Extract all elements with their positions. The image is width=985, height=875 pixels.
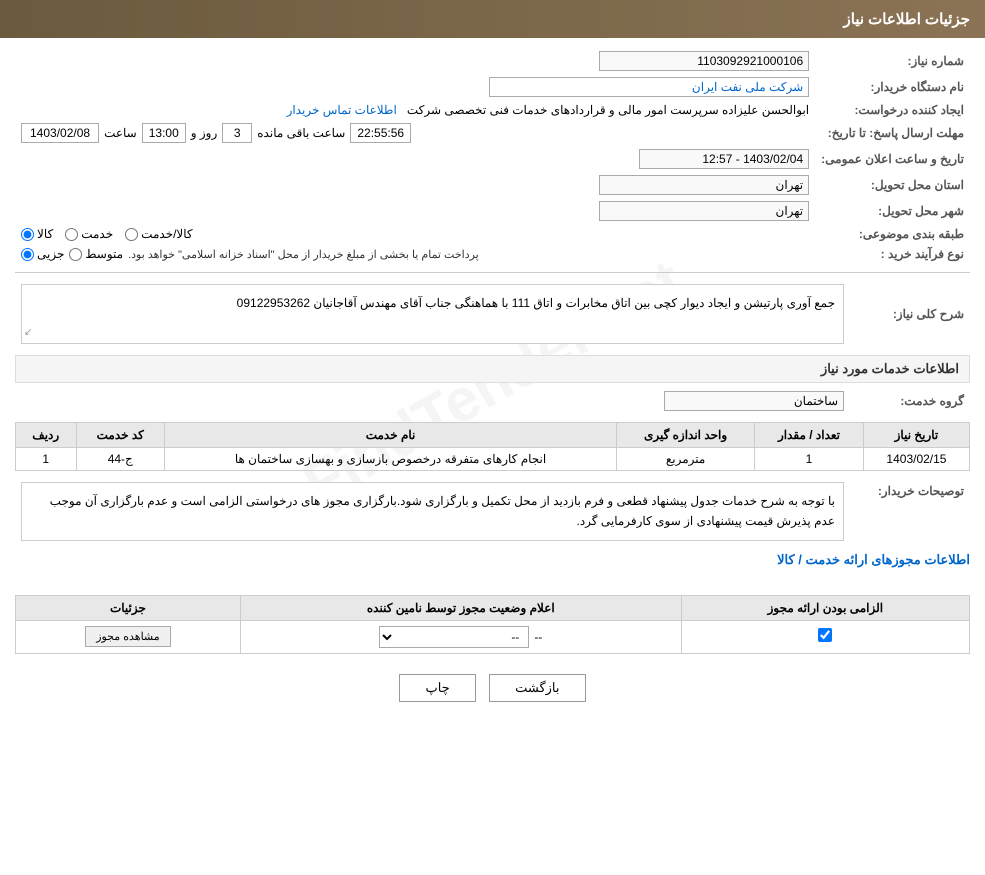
table-row: 1403/02/15 1 مترمربع انجام کارهای متفرقه… xyxy=(16,448,970,471)
buyer-notes-box: با توجه به شرح خدمات جدول پیشنهاد قطعی و… xyxy=(21,482,844,541)
category-kala-khedmat-label: کالا/خدمت xyxy=(141,227,192,241)
process-label: نوع فرآیند خرید : xyxy=(815,244,970,264)
category-khedmat-label: خدمت xyxy=(81,227,113,241)
permit-row: -- -- مشاهده مجوز xyxy=(16,620,970,653)
footer-buttons: بازگشت چاپ xyxy=(15,674,970,702)
row-code: ج-44 xyxy=(76,448,165,471)
days-value: 3 xyxy=(222,123,252,143)
row-num: 1 xyxy=(16,448,77,471)
province-input[interactable] xyxy=(599,175,809,195)
permit-section-title: اطلاعات مجوزهای ارائه خدمت / کالا xyxy=(15,552,970,568)
col-unit: واحد اندازه گیری xyxy=(617,423,755,448)
col-code: کد خدمت xyxy=(76,423,165,448)
days-label: روز و xyxy=(191,126,218,140)
category-kala-radio[interactable] xyxy=(21,228,34,241)
services-section-title: اطلاعات خدمات مورد نیاز xyxy=(15,355,970,383)
row-date: 1403/02/15 xyxy=(863,448,969,471)
process-jazee-label: جزیی xyxy=(37,247,64,261)
buyer-label: نام دستگاه خریدار: xyxy=(815,74,970,100)
province-label: استان محل تحویل: xyxy=(815,172,970,198)
hours-label: ساعت باقی مانده xyxy=(257,126,345,140)
col-row: ردیف xyxy=(16,423,77,448)
permit-section-link[interactable]: اطلاعات مجوزهای ارائه خدمت / کالا xyxy=(777,552,970,567)
header-title: جزئیات اطلاعات نیاز xyxy=(844,11,971,28)
print-button[interactable]: چاپ xyxy=(399,674,475,702)
service-group-label: گروه خدمت: xyxy=(850,388,970,414)
remaining-time: 22:55:56 xyxy=(350,123,411,143)
row-service-name: انجام کارهای متفرقه درخصوص بازسازی و بهس… xyxy=(165,448,617,471)
process-motevaset-radio[interactable] xyxy=(69,248,82,261)
description-box: جمع آوری پارتیشن و ایجاد دیوار کچی بین ا… xyxy=(21,284,844,344)
process-jazee-radio[interactable] xyxy=(21,248,34,261)
response-date: 1403/02/08 xyxy=(21,123,99,143)
request-number-label: شماره نیاز: xyxy=(815,48,970,74)
permit-table: الزامی بودن ارائه مجوز اعلام وضعیت مجوز … xyxy=(15,595,970,654)
perm-col-status: اعلام وضعیت مجوز توسط نامین کننده xyxy=(240,595,681,620)
time-label: ساعت xyxy=(104,126,137,140)
date-input[interactable] xyxy=(639,149,809,169)
services-table: تاریخ نیاز تعداد / مقدار واحد اندازه گیر… xyxy=(15,422,970,471)
col-date: تاریخ نیاز xyxy=(863,423,969,448)
description-label: شرح کلی نیاز: xyxy=(850,281,970,347)
category-kala-khedmat-radio[interactable] xyxy=(125,228,138,241)
process-motevaset-label: متوسط xyxy=(85,247,123,261)
request-number-input[interactable] xyxy=(599,51,809,71)
buyer-notes-table: توصیحات خریدار: با توجه به شرح خدمات جدو… xyxy=(15,479,970,544)
description-value: جمع آوری پارتیشن و ایجاد دیوار کچی بین ا… xyxy=(237,296,835,310)
buyer-input[interactable] xyxy=(489,77,809,97)
creator-value: ابوالحسن علیزاده سرپرست امور مالی و قرار… xyxy=(407,103,809,117)
divider-1 xyxy=(15,272,970,273)
category-kala-label: کالا xyxy=(37,227,53,241)
service-group-input[interactable] xyxy=(664,391,844,411)
buyer-notes-value: با توجه به شرح خدمات جدول پیشنهاد قطعی و… xyxy=(50,494,835,528)
process-note: پرداخت تمام یا بخشی از مبلغ خریدار از مح… xyxy=(128,248,479,261)
response-deadline-label: مهلت ارسال پاسخ: تا تاریخ: xyxy=(815,120,970,146)
category-khedmat-radio[interactable] xyxy=(65,228,78,241)
perm-col-details: جزئیات xyxy=(16,595,241,620)
permit-required-checkbox[interactable] xyxy=(818,628,832,642)
date-label: تاریخ و ساعت اعلان عمومی: xyxy=(815,146,970,172)
page-header: جزئیات اطلاعات نیاز xyxy=(0,0,985,38)
permit-status-value: -- xyxy=(534,630,542,644)
service-group-table: گروه خدمت: xyxy=(15,388,970,414)
row-quantity: 1 xyxy=(755,448,864,471)
city-label: شهر محل تحویل: xyxy=(815,198,970,224)
time-value: 13:00 xyxy=(142,123,186,143)
col-quantity: تعداد / مقدار xyxy=(755,423,864,448)
description-table: شرح کلی نیاز: جمع آوری پارتیشن و ایجاد د… xyxy=(15,281,970,347)
main-info-table: شماره نیاز: نام دستگاه خریدار: ایجاد کنن… xyxy=(15,48,970,264)
buyer-notes-label: توصیحات خریدار: xyxy=(850,479,970,544)
row-unit: مترمربع xyxy=(617,448,755,471)
city-input[interactable] xyxy=(599,201,809,221)
category-label: طبقه بندی موضوعی: xyxy=(815,224,970,244)
view-permit-button[interactable]: مشاهده مجوز xyxy=(85,626,170,647)
col-name: نام خدمت xyxy=(165,423,617,448)
creator-label: ایجاد کننده درخواست: xyxy=(815,100,970,120)
contact-link[interactable]: اطلاعات تماس خریدار xyxy=(287,103,397,117)
permit-status-select[interactable]: -- xyxy=(379,626,529,648)
perm-col-required: الزامی بودن ارائه مجوز xyxy=(681,595,969,620)
back-button[interactable]: بازگشت xyxy=(489,674,585,702)
